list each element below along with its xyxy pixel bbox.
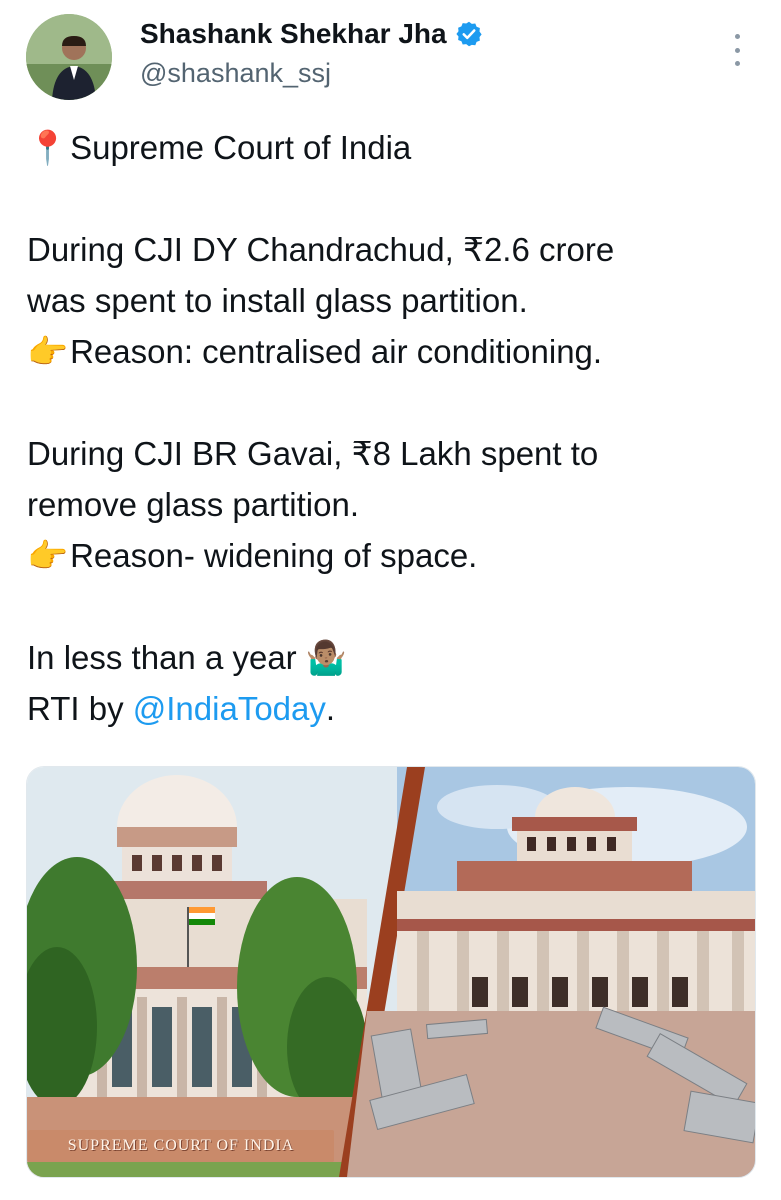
author-display-name[interactable]: Shashank Shekhar Jha: [140, 18, 447, 50]
tweet-line: During CJI BR Gavai, ₹8 Lakh spent to: [27, 428, 767, 479]
tweet-line-text: During CJI BR Gavai, ₹8 Lakh spent to: [27, 435, 599, 472]
tweet-line: 👉 Reason- widening of space.: [27, 530, 767, 581]
tweet-line: During CJI DY Chandrachud, ₹2.6 crore: [27, 224, 767, 275]
tweet-line-text: was spent to install glass partition.: [27, 282, 528, 319]
tweet-line-text: remove glass partition.: [27, 486, 359, 523]
tweet-line-text: Reason: centralised air conditioning.: [70, 333, 603, 370]
court-name-plate: SUPREME COURT OF INDIA: [28, 1130, 334, 1162]
tweet-line-text: Reason- widening of space.: [70, 537, 478, 574]
verified-badge-icon: [455, 20, 483, 48]
tweet-text: 📍 Supreme Court of India During CJI DY C…: [27, 122, 767, 734]
tweet-line-text: During CJI DY Chandrachud, ₹2.6 crore: [27, 231, 615, 268]
tweet-line: RTI by @IndiaToday.: [27, 683, 767, 734]
tweet-line: 👉 Reason: centralised air conditioning.: [27, 326, 767, 377]
pin-icon: 📍: [27, 129, 69, 166]
pointing-hand-icon: 👉: [27, 537, 69, 574]
shrug-icon: 🤷🏽‍♂️: [305, 639, 347, 676]
tweet-line: In less than a year 🤷🏽‍♂️: [27, 632, 767, 683]
avatar[interactable]: [26, 14, 112, 100]
tweet-line-text: .: [325, 690, 336, 727]
pointing-hand-icon: 👉: [27, 333, 69, 370]
tweet-line: 📍 Supreme Court of India: [27, 122, 767, 173]
tweet-line-text: Supreme Court of India: [70, 129, 412, 166]
tweet-line-text: RTI by: [27, 690, 124, 727]
tweet-line-text: In less than a year: [27, 639, 297, 676]
mention-link[interactable]: @IndiaToday: [133, 683, 326, 734]
author-handle[interactable]: @shashank_ssj: [140, 58, 331, 89]
tweet-line: was spent to install glass partition.: [27, 275, 767, 326]
more-vertical-icon[interactable]: [727, 34, 747, 66]
tweet-line: remove glass partition.: [27, 479, 767, 530]
tweet-media-image[interactable]: [26, 766, 756, 1178]
